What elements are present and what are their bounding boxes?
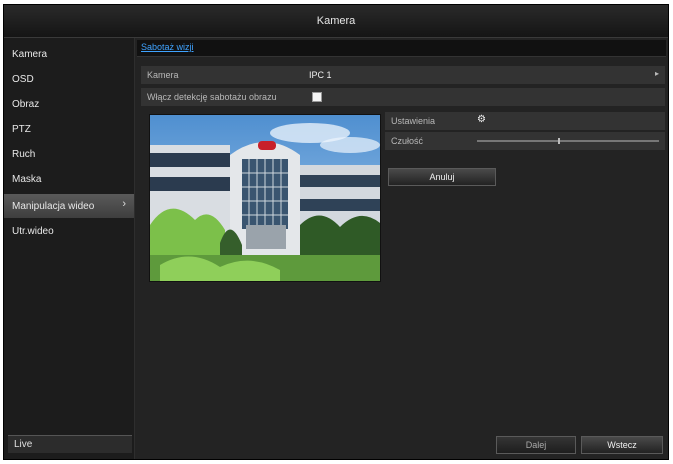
settings-label: Ustawienia [391, 116, 436, 126]
live-button[interactable]: Live [8, 435, 132, 453]
tab-sabotaz-wizji[interactable]: Sabotaż wizji [141, 42, 194, 52]
sidebar-item-maska[interactable]: Maska [4, 167, 134, 191]
sidebar-item-osd[interactable]: OSD [4, 67, 134, 91]
camera-select[interactable]: Kamera IPC 1 ▸ [141, 66, 665, 84]
sidebar-item-label: Obraz [12, 98, 40, 110]
camera-preview-image [149, 114, 381, 282]
cancel-button-label: Anuluj [429, 172, 455, 182]
sidebar-item-ptz[interactable]: PTZ [4, 117, 134, 141]
sidebar-item-label: Maska [12, 173, 42, 185]
back-button-label: Wstecz [607, 440, 637, 450]
cancel-button[interactable]: Anuluj [388, 168, 496, 186]
back-button[interactable]: Wstecz [581, 436, 663, 454]
window-title-bar: Kamera [4, 5, 668, 38]
sidebar-item-label: Utr.wideo [12, 225, 54, 237]
camera-label: Kamera [147, 70, 179, 80]
sidebar-item-label: Ruch [12, 148, 36, 160]
sidebar-item-kamera[interactable]: Kamera [4, 42, 134, 66]
sensitivity-slider-handle[interactable] [558, 138, 560, 144]
sensitivity-label: Czułość [391, 136, 424, 146]
gear-icon[interactable]: ⚙ [477, 114, 486, 125]
enable-detection-checkbox[interactable] [312, 92, 322, 102]
window-title: Kamera [316, 15, 356, 27]
dropdown-arrow-icon: ▸ [654, 69, 659, 78]
sidebar-item-utr-wideo[interactable]: Utr.wideo [4, 219, 134, 243]
sidebar-item-obraz[interactable]: Obraz [4, 92, 134, 116]
main-content: Sabotaż wizji Kamera IPC 1 ▸ Włącz detek… [135, 38, 668, 459]
sidebar-item-label: Manipulacja wideo [12, 200, 95, 212]
camera-value: IPC 1 [309, 70, 332, 80]
sidebar: Kamera OSD Obraz PTZ Ruch Maska Manipula… [4, 38, 135, 459]
sensitivity-row: Czułość [385, 132, 665, 150]
camera-settings-window: Kamera Kamera OSD Obraz PTZ Ruch Maska M… [3, 4, 669, 460]
building-photo [150, 115, 380, 281]
chevron-right-icon: › [122, 198, 126, 210]
sidebar-item-ruch[interactable]: Ruch [4, 142, 134, 166]
sidebar-item-manipulacja-wideo[interactable]: Manipulacja wideo › [4, 194, 134, 218]
sidebar-item-label: PTZ [12, 123, 31, 135]
live-label: Live [14, 439, 33, 450]
enable-detection-row: Włącz detekcję sabotażu obrazu [141, 88, 665, 106]
settings-row: Ustawienia ⚙ [385, 112, 665, 130]
next-button-label: Dalej [525, 440, 547, 450]
sensitivity-slider[interactable] [477, 140, 659, 142]
sidebar-item-label: Kamera [12, 48, 48, 60]
tab-bar: Sabotaż wizji [137, 40, 666, 57]
next-button[interactable]: Dalej [496, 436, 576, 454]
enable-detection-label: Włącz detekcję sabotażu obrazu [147, 92, 277, 102]
sidebar-item-label: OSD [12, 73, 34, 85]
